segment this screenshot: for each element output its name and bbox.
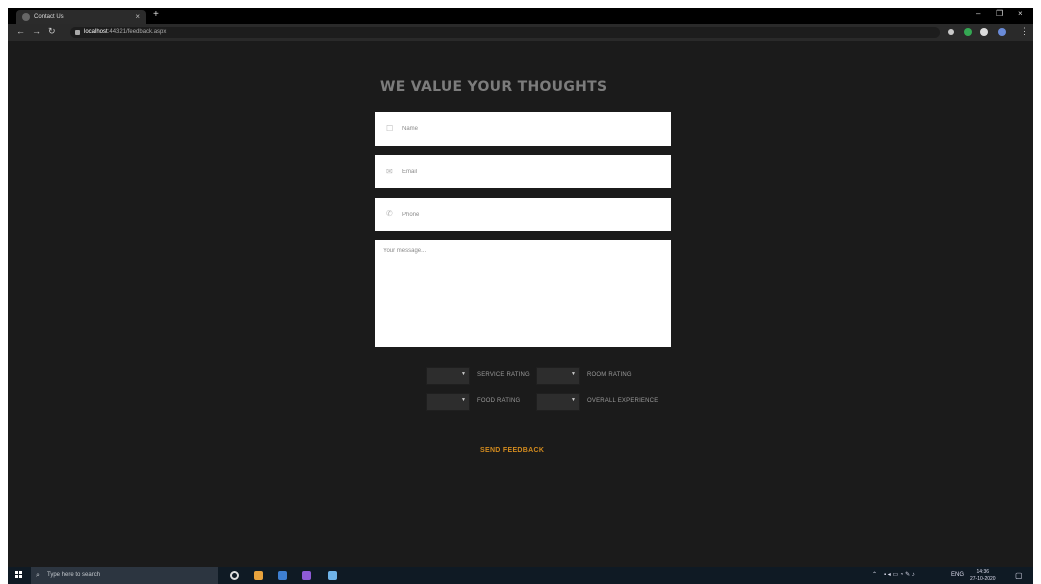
close-window-icon[interactable]: × (1018, 9, 1023, 18)
user-icon: ☐ (386, 124, 394, 133)
search-icon: ⌕ (36, 572, 40, 579)
reload-icon[interactable]: ↻ (48, 26, 56, 37)
tray-chevron-icon[interactable]: ⌃ (872, 567, 877, 584)
service-rating-label: SERVICE RATING (477, 372, 530, 378)
service-rating-select[interactable]: ▼ (426, 367, 470, 385)
message-field-container (375, 240, 671, 347)
menu-kebab-icon[interactable]: ⋮ (1020, 26, 1029, 37)
caret-down-icon: ▼ (461, 397, 466, 403)
url-host: localhost (84, 29, 108, 35)
caret-down-icon: ▼ (571, 397, 576, 403)
info-icon (75, 30, 80, 35)
email-field-container: ✉ (375, 155, 671, 188)
file-explorer-icon[interactable] (254, 571, 263, 580)
os-taskbar: ⌕ Type here to search ⌃ ▪ ◂ ▭ ◔ ✎ ♪ ENG … (8, 567, 1033, 584)
bookmark-star-icon[interactable] (948, 29, 954, 35)
extension-icon[interactable] (980, 28, 988, 36)
room-rating-label: ROOM RATING (587, 372, 632, 378)
send-feedback-button[interactable]: SEND FEEDBACK (480, 447, 544, 454)
url-path: :44321/feedback.aspx (107, 29, 167, 35)
envelope-icon: ✉ (386, 167, 393, 176)
visual-studio-icon[interactable] (302, 571, 311, 580)
tab-title: Contact Us (34, 14, 64, 20)
clock[interactable]: 14:36 27-10-2020 (970, 569, 996, 583)
address-bar[interactable]: localhost:44321/feedback.aspx (70, 27, 940, 38)
email-field[interactable] (402, 155, 652, 188)
caret-down-icon: ▼ (461, 371, 466, 377)
message-textarea[interactable] (383, 248, 663, 338)
browser-tab-bar: Contact Us × + – ❐ × (8, 8, 1033, 24)
taskbar-search[interactable]: ⌕ Type here to search (31, 567, 218, 584)
back-icon[interactable]: ← (16, 26, 25, 36)
overall-experience-label: OVERALL EXPERIENCE (587, 398, 659, 404)
taskbar-search-placeholder: Type here to search (47, 572, 101, 578)
tray-icons[interactable]: ▪ ◂ ▭ ◔ ✎ ♪ (884, 567, 915, 584)
forward-icon[interactable]: → (32, 26, 41, 36)
page-title: WE VALUE YOUR THOUGHTS (380, 79, 608, 95)
phone-icon: ✆ (386, 209, 393, 218)
browser-app-icon[interactable] (278, 571, 287, 580)
tab-favicon-icon (22, 13, 30, 21)
phone-field-container: ✆ (375, 198, 671, 231)
tab-close-icon[interactable]: × (135, 10, 140, 24)
clock-date: 27-10-2020 (970, 576, 996, 582)
name-field[interactable] (402, 112, 652, 146)
name-field-container: ☐ (375, 112, 671, 146)
minimize-icon[interactable]: – (976, 9, 980, 18)
notification-icon[interactable]: ▢ (1015, 567, 1023, 584)
overall-experience-select[interactable]: ▼ (536, 393, 580, 411)
cortana-icon[interactable] (230, 571, 239, 580)
page-viewport: WE VALUE YOUR THOUGHTS ☐ ✉ ✆ ▼ SERVICE R… (8, 41, 1033, 567)
profile-avatar[interactable] (998, 28, 1006, 36)
food-rating-label: FOOD RATING (477, 398, 521, 404)
clock-time: 14:36 (976, 569, 990, 575)
language-indicator[interactable]: ENG (951, 567, 964, 584)
phone-field[interactable] (402, 198, 652, 231)
extension-icon[interactable] (964, 28, 972, 36)
maximize-icon[interactable]: ❐ (996, 9, 1003, 18)
photos-app-icon[interactable] (328, 571, 337, 580)
windows-start-icon[interactable] (15, 571, 23, 579)
food-rating-select[interactable]: ▼ (426, 393, 470, 411)
caret-down-icon: ▼ (571, 371, 576, 377)
room-rating-select[interactable]: ▼ (536, 367, 580, 385)
browser-tab[interactable]: Contact Us × (16, 10, 146, 24)
browser-toolbar: ← → ↻ localhost:44321/feedback.aspx ⋮ (8, 24, 1033, 41)
new-tab-icon[interactable]: + (153, 9, 159, 20)
